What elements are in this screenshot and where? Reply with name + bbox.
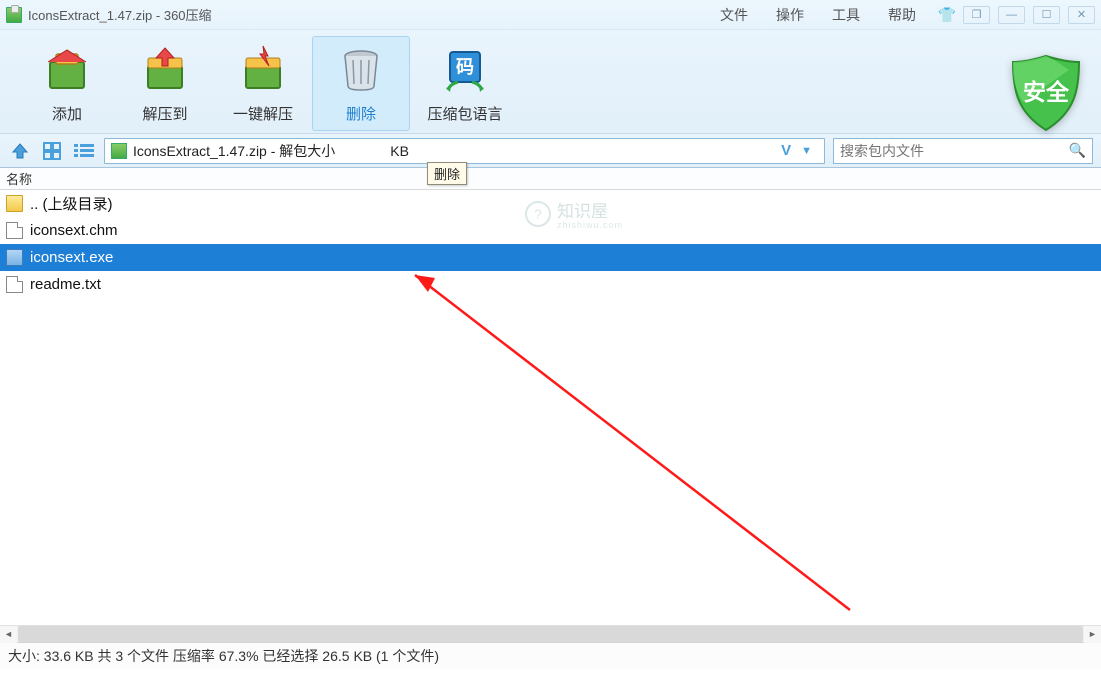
file-row[interactable]: iconsext.chm xyxy=(0,217,1101,244)
location-row: IconsExtract_1.47.zip - 解包大小 KB 删除 V ▼ 🔍 xyxy=(0,134,1101,168)
menu-help[interactable]: 帮助 xyxy=(888,5,916,25)
extract-to-label: 解压到 xyxy=(117,103,213,124)
file-name: iconsext.chm xyxy=(30,222,118,239)
document-icon xyxy=(6,276,23,293)
red-arrow-annotation xyxy=(250,250,870,630)
app-icon xyxy=(6,7,22,23)
svg-text:码: 码 xyxy=(456,57,474,77)
delete-label: 删除 xyxy=(313,103,409,124)
search-input[interactable] xyxy=(840,143,1069,159)
column-header[interactable]: 名称 xyxy=(0,168,1101,190)
file-name: iconsext.exe xyxy=(30,249,113,266)
window-controls: ❐ — ☐ ✕ xyxy=(963,6,1095,24)
delete-icon xyxy=(333,41,389,97)
menu-operation[interactable]: 操作 xyxy=(776,5,804,25)
up-button[interactable] xyxy=(8,139,32,163)
document-icon xyxy=(6,222,23,239)
package-language-label: 压缩包语言 xyxy=(411,103,519,124)
location-text-after: KB xyxy=(390,143,409,159)
menu-file[interactable]: 文件 xyxy=(720,5,748,25)
svg-text:安全: 安全 xyxy=(1023,79,1070,105)
exe-icon xyxy=(6,249,23,266)
delete-tooltip: 删除 xyxy=(427,162,467,185)
title-bar: IconsExtract_1.47.zip - 360压缩 文件 操作 工具 帮… xyxy=(0,0,1101,30)
search-icon[interactable]: 🔍 xyxy=(1069,142,1086,159)
feedback-button[interactable]: ❐ xyxy=(963,6,990,24)
safe-shield: 安全 xyxy=(1003,50,1089,136)
status-text: 大小: 33.6 KB 共 3 个文件 压缩率 67.3% 已经选择 26.5 … xyxy=(8,646,439,666)
add-icon xyxy=(39,41,95,97)
window-title: IconsExtract_1.47.zip - 360压缩 xyxy=(28,5,212,24)
add-label: 添加 xyxy=(19,103,115,124)
status-bar: 大小: 33.6 KB 共 3 个文件 压缩率 67.3% 已经选择 26.5 … xyxy=(0,642,1101,669)
location-dropdown[interactable]: ▼ xyxy=(795,145,818,157)
scroll-thumb[interactable] xyxy=(18,626,1083,642)
column-name: 名称 xyxy=(6,169,32,188)
one-click-extract-button[interactable]: 一键解压 xyxy=(214,36,312,131)
location-text-before: IconsExtract_1.47.zip - 解包大小 xyxy=(133,141,335,161)
package-language-icon: 码 xyxy=(437,41,493,97)
view-mode-button[interactable]: V xyxy=(777,142,795,159)
horizontal-scrollbar[interactable]: ◄ ► xyxy=(0,625,1101,642)
menu-bar: 文件 操作 工具 帮助 xyxy=(720,5,931,25)
file-row[interactable]: readme.txt xyxy=(0,271,1101,298)
menu-tools[interactable]: 工具 xyxy=(832,5,860,25)
add-button[interactable]: 添加 xyxy=(18,36,116,131)
package-language-button[interactable]: 码 压缩包语言 xyxy=(410,36,520,131)
view-thumbnails-button[interactable] xyxy=(40,139,64,163)
maximize-button[interactable]: ☐ xyxy=(1033,6,1060,24)
close-button[interactable]: ✕ xyxy=(1068,6,1095,24)
extract-to-icon xyxy=(137,41,193,97)
delete-button[interactable]: 删除 xyxy=(312,36,410,131)
search-box[interactable]: 🔍 xyxy=(833,138,1093,164)
one-click-extract-label: 一键解压 xyxy=(215,103,311,124)
skin-icon[interactable]: 👕 xyxy=(937,6,957,24)
scroll-right-button[interactable]: ► xyxy=(1084,626,1101,643)
file-list: ? 知识屋 zhishiwu.com .. (上级目录) iconsext.ch… xyxy=(0,190,1101,625)
parent-folder-row[interactable]: .. (上级目录) xyxy=(0,190,1101,217)
file-name: .. (上级目录) xyxy=(30,193,113,214)
archive-icon xyxy=(111,143,127,159)
scroll-left-button[interactable]: ◄ xyxy=(0,626,17,643)
file-name: readme.txt xyxy=(30,276,101,293)
minimize-button[interactable]: — xyxy=(998,6,1025,24)
view-list-button[interactable] xyxy=(72,139,96,163)
toolbar: 添加 解压到 一键解压 删除 码 压缩包语言 安全 xyxy=(0,30,1101,134)
folder-icon xyxy=(6,195,23,212)
one-click-extract-icon xyxy=(235,41,291,97)
extract-to-button[interactable]: 解压到 xyxy=(116,36,214,131)
file-row-selected[interactable]: iconsext.exe xyxy=(0,244,1101,271)
location-box[interactable]: IconsExtract_1.47.zip - 解包大小 KB 删除 V ▼ xyxy=(104,138,825,164)
